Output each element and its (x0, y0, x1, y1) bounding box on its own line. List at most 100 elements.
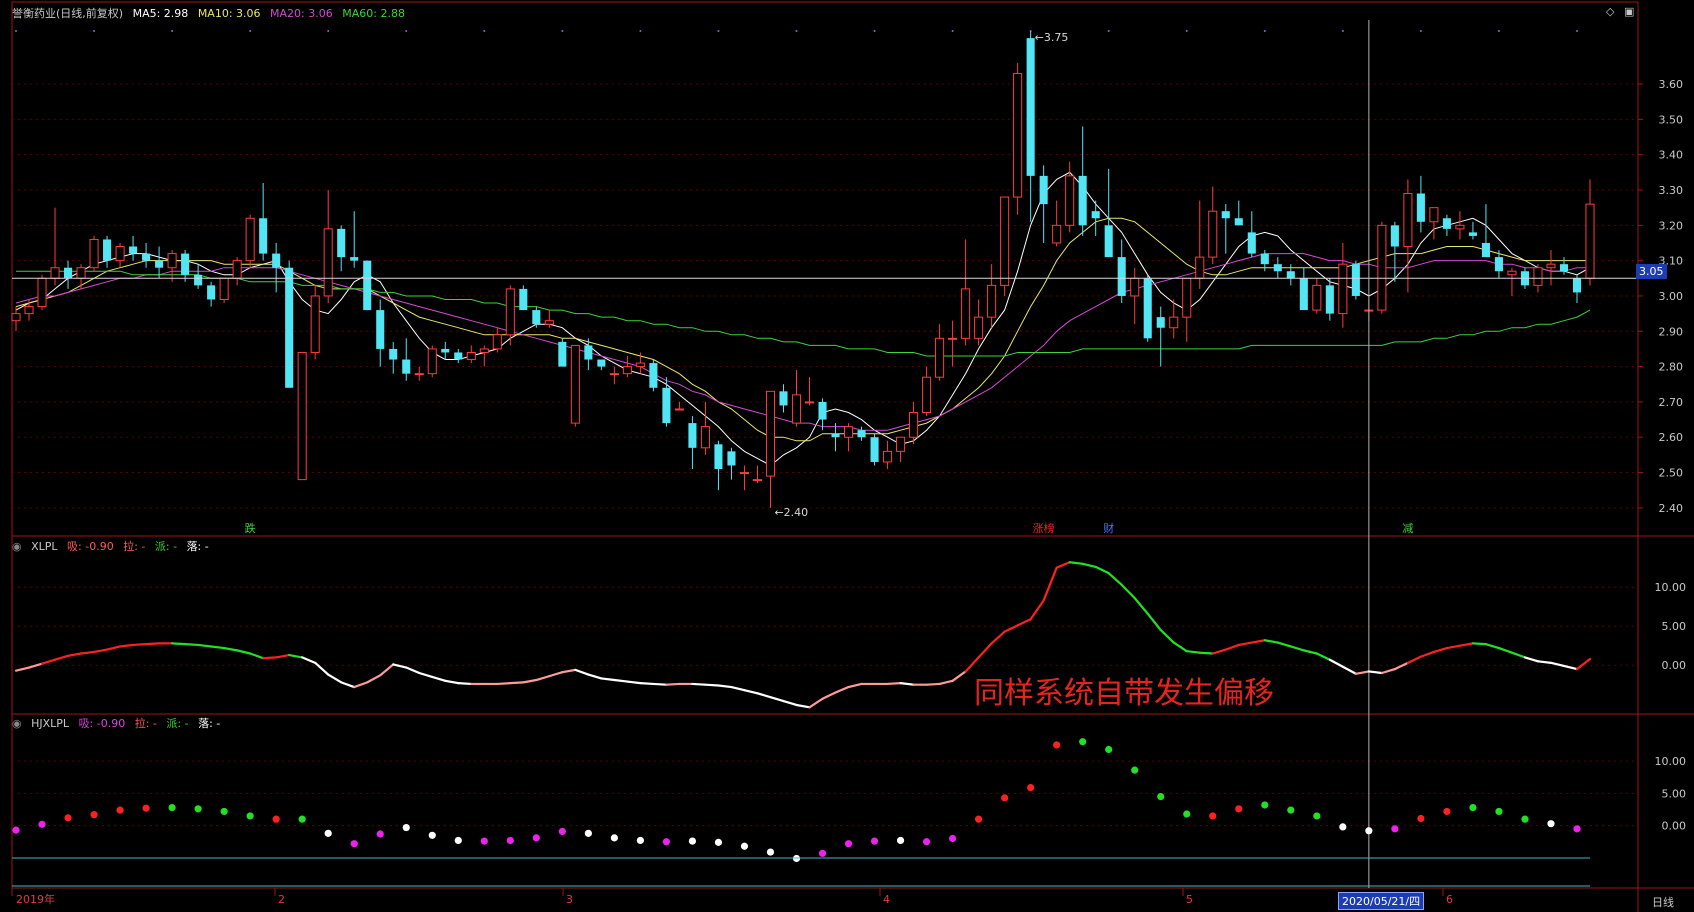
candle-body (219, 277, 229, 300)
ma60-value: MA60: 2.88 (342, 7, 405, 20)
timeline-dot (1419, 30, 1422, 32)
xlpl-segment (977, 642, 993, 659)
ma5-value: MA5: 2.98 (132, 7, 189, 20)
candle-body (363, 260, 372, 311)
candle-body (285, 267, 294, 388)
candle-body (24, 306, 34, 315)
chart-canvas[interactable]: 3.603.503.403.303.203.103.002.902.802.70… (0, 0, 1694, 912)
period-button[interactable]: 日线 (1652, 894, 1674, 910)
xlpl-segment (1276, 641, 1292, 648)
candle-body (519, 288, 528, 311)
candle-body (207, 285, 216, 300)
ma-line-ma5 (15, 171, 1591, 467)
xlpl-xi: 吸: -0.90 (67, 540, 114, 553)
hjxlpl-collapse-icon[interactable]: ◉ (12, 717, 22, 730)
candle-body (961, 288, 971, 339)
xlpl-segment (1133, 597, 1149, 615)
xlpl-segment (1094, 565, 1110, 575)
xlpl-segment (66, 652, 83, 657)
xlpl-segment (1315, 652, 1331, 661)
xlpl-segment (392, 663, 408, 669)
hjxlpl-dot (1261, 801, 1269, 809)
hjxlpl-dot (1547, 820, 1555, 828)
candle-body (1429, 207, 1439, 223)
candle-body (635, 362, 645, 368)
candle-body (1208, 210, 1218, 258)
current-price-badge: 3.05 (1636, 264, 1667, 279)
hjxlpl-dot (1443, 807, 1451, 816)
xlpl-segment (522, 678, 538, 684)
candle-body (544, 320, 554, 325)
candle-body (1195, 256, 1205, 279)
candle-body (597, 359, 606, 367)
candle-body (1442, 218, 1451, 229)
candle-body (1585, 203, 1595, 279)
candle-body (1117, 257, 1126, 296)
timeline-dot (93, 30, 96, 32)
xlpl-segment (1536, 660, 1553, 664)
xlpl-segment (53, 654, 70, 661)
toolbar-diamond-icon[interactable]: ◇ (1606, 5, 1614, 18)
candle-body (674, 408, 684, 411)
price-tick-label: 2.70 (1659, 396, 1684, 409)
xlpl-segment (1003, 624, 1019, 633)
candle-body (1052, 224, 1062, 244)
xlpl-segment (262, 656, 278, 660)
hjxlpl-dot (142, 804, 150, 812)
hjxlpl-dot (272, 815, 280, 823)
xlpl-segment (1393, 661, 1409, 671)
candle-body (532, 310, 541, 325)
hjxlpl-header: ◉ HJXLPL 吸: -0.90 拉: - 派: - 落: - (12, 715, 226, 731)
xlpl-segment (951, 670, 967, 682)
timeline-dot (1341, 30, 1344, 32)
candle-body (870, 437, 879, 462)
candle-body (89, 238, 99, 269)
timeline-dot (483, 30, 486, 32)
candle-body (1000, 196, 1010, 286)
hjxlpl-dot (1079, 738, 1087, 746)
xlpl-segment (1107, 572, 1123, 586)
candle-body (297, 351, 307, 481)
candle-body (843, 426, 854, 438)
xlpl-segment (366, 674, 382, 684)
hjxlpl-dot (636, 836, 644, 845)
toolbar-square-icon[interactable]: ▣ (1624, 5, 1634, 18)
xlpl-segment (1302, 649, 1318, 655)
hjxlpl-dot (1573, 825, 1581, 833)
high-price-label: ←3.75 (1035, 31, 1069, 44)
hjxlpl-dot (506, 836, 514, 845)
outer-frame (11, 1, 1639, 889)
xlpl-segment (1380, 667, 1396, 675)
xlpl-segment (1250, 639, 1266, 644)
candle-body (454, 352, 463, 360)
candle-body (1325, 285, 1334, 314)
candle-body (259, 218, 268, 254)
candle-body (765, 390, 776, 477)
xlpl-name: XLPL (31, 540, 58, 553)
price-tick-label: 2.90 (1659, 325, 1684, 338)
xlpl-header: ◉ XLPL 吸: -0.90 拉: - 派: - 落: - (12, 538, 215, 554)
xlpl-segment (1497, 646, 1514, 654)
xlpl-segment (314, 661, 330, 676)
xlpl-segment (509, 681, 525, 685)
xlpl-segment (665, 682, 681, 686)
xlpl-collapse-icon[interactable]: ◉ (12, 540, 22, 553)
hjxlpl-dot (1235, 805, 1243, 813)
hjxlpl-dot (844, 840, 853, 848)
timeline-dot (15, 30, 17, 32)
xlpl-segment (118, 643, 135, 648)
xlpl-segment (600, 677, 616, 682)
candle-body (64, 267, 73, 279)
xlpl-segment (1042, 566, 1058, 602)
hjxlpl-dot (532, 834, 540, 842)
x-axis-label: 3 (566, 893, 573, 906)
candle-body (649, 363, 658, 388)
timeline-dot (795, 30, 798, 32)
xlpl-segment (1224, 643, 1240, 651)
stock-chart-window: 3.60 3.50 3.40 3.30 3.20 3.10 3.00 2.90 2.80 2.70… (0, 0, 1694, 912)
candle-body (1468, 232, 1477, 236)
hjxlpl-dot (90, 811, 98, 819)
xlpl-segment (1211, 648, 1227, 655)
price-tick-label: 2.60 (1659, 431, 1684, 444)
x-axis-label: 4 (883, 893, 890, 906)
